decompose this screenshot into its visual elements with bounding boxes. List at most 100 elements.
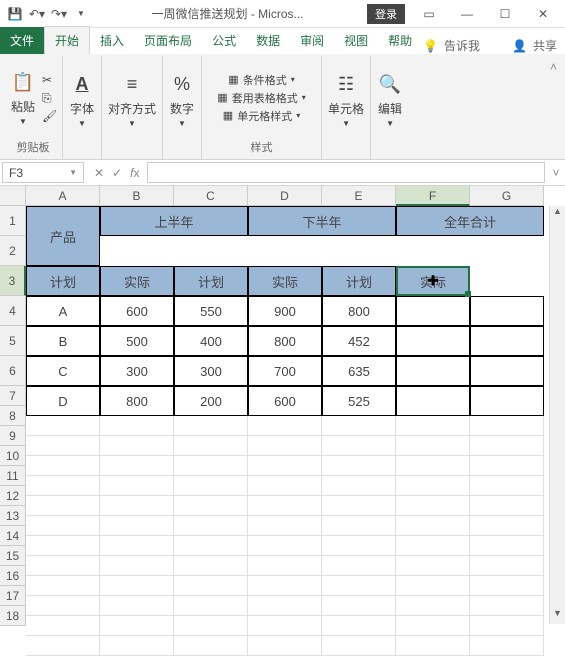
cell[interactable]: 计划 [322,266,396,296]
cell[interactable] [100,596,174,616]
column-header-B[interactable]: B [100,186,174,206]
cell[interactable]: 实际 [396,266,470,296]
ribbon-options-icon[interactable]: ▭ [411,3,447,25]
cell[interactable] [396,596,470,616]
cell[interactable]: 635 [322,356,396,386]
cell[interactable] [396,386,470,416]
format-painter-icon[interactable]: 🖌 [42,109,56,123]
row-header-15[interactable]: 15 [0,546,26,566]
cell[interactable] [26,416,100,436]
cell[interactable] [396,516,470,536]
row-header-4[interactable]: 4 [0,296,26,326]
cell[interactable]: 452 [322,326,396,356]
cell[interactable]: 500 [100,326,174,356]
formula-input[interactable] [147,162,545,183]
cell[interactable]: D [26,386,100,416]
tab-file[interactable]: 文件 [0,27,44,54]
cell[interactable] [248,436,322,456]
cell[interactable]: 实际 [100,266,174,296]
name-box[interactable]: F3 ▼ [2,162,84,183]
tab-data[interactable]: 数据 [246,27,290,54]
row-header-5[interactable]: 5 [0,326,26,356]
cell[interactable] [322,476,396,496]
cell[interactable]: 实际 [248,266,322,296]
qat-dropdown-icon[interactable]: ▼ [74,7,88,21]
cell[interactable]: B [26,326,100,356]
expand-formula-bar-icon[interactable]: ˅ [547,160,565,185]
row-header-2[interactable]: 2 [0,236,26,266]
cell[interactable]: C [26,356,100,386]
cell[interactable]: 800 [322,296,396,326]
cell[interactable] [248,456,322,476]
cell[interactable] [322,596,396,616]
scroll-down-icon[interactable]: ▼ [550,608,565,624]
cell[interactable] [470,496,544,516]
share-text[interactable]: 共享 [533,37,557,54]
table-format-button[interactable]: ▦套用表格格式▾ [217,90,305,106]
number-button[interactable]: % 数字 ▼ [169,72,195,128]
cell[interactable] [174,436,248,456]
cell[interactable]: 800 [100,386,174,416]
cell[interactable] [174,636,248,656]
save-icon[interactable]: 💾 [8,7,22,21]
editing-button[interactable]: 🔍 编辑 ▼ [377,72,403,128]
cell[interactable] [26,516,100,536]
cell-styles-button[interactable]: ▦单元格样式▾ [223,108,300,124]
tab-review[interactable]: 审阅 [290,27,334,54]
cell[interactable] [396,556,470,576]
cell[interactable] [26,556,100,576]
row-header-11[interactable]: 11 [0,466,26,486]
cell[interactable] [470,596,544,616]
cell[interactable] [470,636,544,656]
cell[interactable] [26,596,100,616]
cell[interactable] [470,556,544,576]
cell[interactable] [470,386,544,416]
cell[interactable] [470,416,544,436]
cell[interactable]: 900 [248,296,322,326]
cell[interactable] [322,636,396,656]
cell[interactable] [396,576,470,596]
share-icon[interactable]: 👤 [512,39,527,53]
row-header-7[interactable]: 7 [0,386,26,406]
cell[interactable] [322,536,396,556]
cell[interactable] [100,536,174,556]
cell[interactable] [174,556,248,576]
cell[interactable] [470,456,544,476]
cell[interactable] [396,326,470,356]
cell[interactable] [470,436,544,456]
row-header-17[interactable]: 17 [0,586,26,606]
font-button[interactable]: A 字体 ▼ [69,72,95,128]
cell[interactable] [100,616,174,636]
cell[interactable] [100,416,174,436]
cell[interactable] [100,516,174,536]
cell[interactable] [248,556,322,576]
column-header-G[interactable]: G [470,186,544,206]
row-header-8[interactable]: 8 [0,406,26,426]
cell[interactable] [174,596,248,616]
cell[interactable] [470,576,544,596]
row-header-6[interactable]: 6 [0,356,26,386]
cell[interactable] [26,456,100,476]
cell[interactable] [174,476,248,496]
cell[interactable] [396,436,470,456]
cell[interactable] [174,416,248,436]
cell[interactable]: 全年合计 [396,206,544,236]
select-all-cells[interactable] [0,186,26,206]
cell[interactable]: 400 [174,326,248,356]
cell[interactable] [26,576,100,596]
column-header-E[interactable]: E [322,186,396,206]
cell[interactable] [26,496,100,516]
cell[interactable]: 800 [248,326,322,356]
collapse-ribbon-icon[interactable]: ˄ [546,56,561,159]
cell[interactable] [470,476,544,496]
cell[interactable] [396,356,470,386]
tab-page-layout[interactable]: 页面布局 [134,27,202,54]
cell[interactable] [396,636,470,656]
maximize-icon[interactable]: ☐ [487,3,523,25]
cell[interactable]: 700 [248,356,322,386]
cell[interactable] [100,556,174,576]
cell[interactable]: 600 [100,296,174,326]
cell-area[interactable]: 产品上半年下半年全年合计计划实际计划实际计划实际A600550900800B50… [26,206,544,656]
cell[interactable] [470,326,544,356]
tab-home[interactable]: 开始 [44,26,90,54]
